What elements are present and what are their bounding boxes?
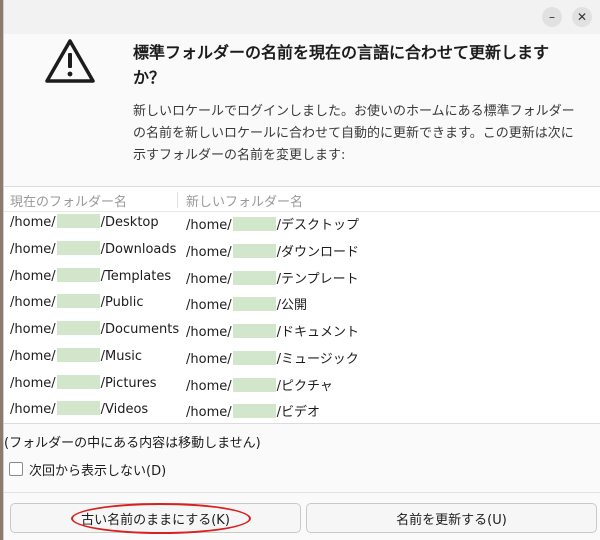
path-prefix: /home/ bbox=[186, 379, 232, 394]
folder-suffix: /ピクチャ bbox=[276, 379, 333, 394]
new-folder-name: /home/j/公開 bbox=[186, 294, 307, 313]
folder-suffix: /Pictures bbox=[100, 376, 157, 391]
path-prefix: /home/ bbox=[186, 218, 232, 233]
table-row[interactable]: /home/j/Pictures/home/j/ピクチャ bbox=[4, 372, 600, 398]
folder-suffix: /Videos bbox=[100, 402, 149, 417]
folder-suffix: /テンプレート bbox=[276, 272, 359, 287]
column-header-current[interactable]: 現在のフォルダー名 bbox=[10, 191, 127, 210]
new-folder-name: /home/j/ビデオ bbox=[186, 401, 320, 420]
path-prefix: /home/ bbox=[10, 322, 56, 337]
redacted-username: j bbox=[232, 244, 276, 258]
dont-show-again-label[interactable]: 次回から表示しない(D) bbox=[29, 460, 166, 479]
redacted-username: j bbox=[56, 214, 100, 228]
path-prefix: /home/ bbox=[10, 215, 56, 230]
folder-suffix: /Desktop bbox=[100, 215, 159, 230]
redacted-username: j bbox=[232, 271, 276, 285]
new-folder-name: /home/j/テンプレート bbox=[186, 268, 359, 287]
current-folder-name: /home/j/Templates bbox=[10, 268, 171, 284]
current-folder-name: /home/j/Videos bbox=[10, 401, 148, 417]
dont-show-again-checkbox[interactable] bbox=[9, 462, 23, 476]
redacted-username: j bbox=[56, 241, 100, 255]
folder-suffix: /Documents bbox=[100, 322, 180, 337]
redacted-username: j bbox=[232, 324, 276, 338]
dialog-heading: 標準フォルダーの名前を現在の言語に合わせて更新しますか？ bbox=[133, 43, 550, 87]
column-header-new[interactable]: 新しいフォルダー名 bbox=[186, 191, 303, 210]
current-folder-name: /home/j/Public bbox=[10, 294, 143, 310]
folder-suffix: /ミュージック bbox=[276, 352, 359, 367]
folder-suffix: /Downloads bbox=[100, 242, 177, 257]
close-icon[interactable]: ✕ bbox=[572, 7, 592, 27]
dont-show-again-option[interactable]: 次回から表示しない(D) bbox=[9, 460, 166, 479]
redacted-username: j bbox=[56, 401, 100, 415]
redacted-username: j bbox=[56, 348, 100, 362]
folder-suffix: /公開 bbox=[276, 298, 308, 313]
folder-suffix: /Music bbox=[100, 349, 142, 364]
folder-rename-dialog: – ✕ 標準フォルダーの名前を現在の言語に合わせて更新しますか？ 新しいロケール… bbox=[3, 0, 600, 540]
folder-suffix: /デスクトップ bbox=[276, 218, 360, 233]
path-prefix: /home/ bbox=[10, 376, 56, 391]
titlebar: – ✕ bbox=[4, 0, 600, 34]
redacted-username: j bbox=[56, 321, 100, 335]
path-prefix: /home/ bbox=[186, 352, 232, 367]
redacted-username: j bbox=[232, 378, 276, 392]
current-folder-name: /home/j/Music bbox=[10, 348, 142, 364]
current-folder-name: /home/j/Downloads bbox=[10, 241, 176, 257]
table-row[interactable]: /home/j/Public/home/j/公開 bbox=[4, 291, 600, 317]
table-row[interactable]: /home/j/Downloads/home/j/ダウンロード bbox=[4, 238, 600, 264]
footer-divider bbox=[4, 492, 600, 493]
redacted-username: j bbox=[56, 294, 100, 308]
path-prefix: /home/ bbox=[186, 405, 232, 420]
note-text: (フォルダーの中にある内容は移動しません) bbox=[4, 436, 261, 451]
path-prefix: /home/ bbox=[186, 245, 232, 260]
path-prefix: /home/ bbox=[186, 272, 232, 287]
redacted-username: j bbox=[232, 297, 276, 311]
column-separator bbox=[177, 192, 178, 208]
redacted-username: j bbox=[56, 375, 100, 389]
redacted-username: j bbox=[232, 351, 276, 365]
new-folder-name: /home/j/デスクトップ bbox=[186, 214, 359, 233]
current-folder-name: /home/j/Pictures bbox=[10, 375, 156, 391]
redacted-username: j bbox=[232, 217, 276, 231]
update-names-button[interactable]: 名前を更新する(U) bbox=[306, 503, 597, 533]
new-folder-name: /home/j/ダウンロード bbox=[186, 241, 359, 260]
dialog-description: 新しいロケールでログインしました。お使いのホームにある標準フォルダーの名前を新し… bbox=[133, 104, 575, 163]
folder-suffix: /Public bbox=[100, 295, 144, 310]
table-row[interactable]: /home/j/Templates/home/j/テンプレート bbox=[4, 265, 600, 291]
folder-table: 現在のフォルダー名 新しいフォルダー名 /home/j/Desktop/home… bbox=[4, 186, 600, 424]
keep-old-names-button[interactable]: 古い名前のままにする(K) bbox=[10, 503, 301, 533]
warning-icon bbox=[45, 39, 95, 83]
path-prefix: /home/ bbox=[10, 242, 56, 257]
redacted-username: j bbox=[232, 404, 276, 418]
minimize-icon[interactable]: – bbox=[542, 7, 562, 27]
table-row[interactable]: /home/j/Desktop/home/j/デスクトップ bbox=[4, 211, 600, 237]
folder-suffix: /ビデオ bbox=[276, 405, 321, 420]
new-folder-name: /home/j/ピクチャ bbox=[186, 375, 333, 394]
redacted-username: j bbox=[56, 268, 100, 282]
path-prefix: /home/ bbox=[186, 298, 232, 313]
folder-suffix: /ドキュメント bbox=[276, 325, 360, 340]
path-prefix: /home/ bbox=[10, 295, 56, 310]
folder-suffix: /ダウンロード bbox=[276, 245, 360, 260]
table-row[interactable]: /home/j/Videos/home/j/ビデオ bbox=[4, 398, 600, 424]
path-prefix: /home/ bbox=[10, 402, 56, 417]
table-row[interactable]: /home/j/Documents/home/j/ドキュメント bbox=[4, 318, 600, 344]
new-folder-name: /home/j/ミュージック bbox=[186, 348, 359, 367]
path-prefix: /home/ bbox=[10, 349, 56, 364]
path-prefix: /home/ bbox=[10, 269, 56, 284]
table-row[interactable]: /home/j/Music/home/j/ミュージック bbox=[4, 345, 600, 371]
current-folder-name: /home/j/Desktop bbox=[10, 214, 159, 230]
path-prefix: /home/ bbox=[186, 325, 232, 340]
folder-suffix: /Templates bbox=[100, 269, 172, 284]
new-folder-name: /home/j/ドキュメント bbox=[186, 321, 359, 340]
current-folder-name: /home/j/Documents bbox=[10, 321, 179, 337]
